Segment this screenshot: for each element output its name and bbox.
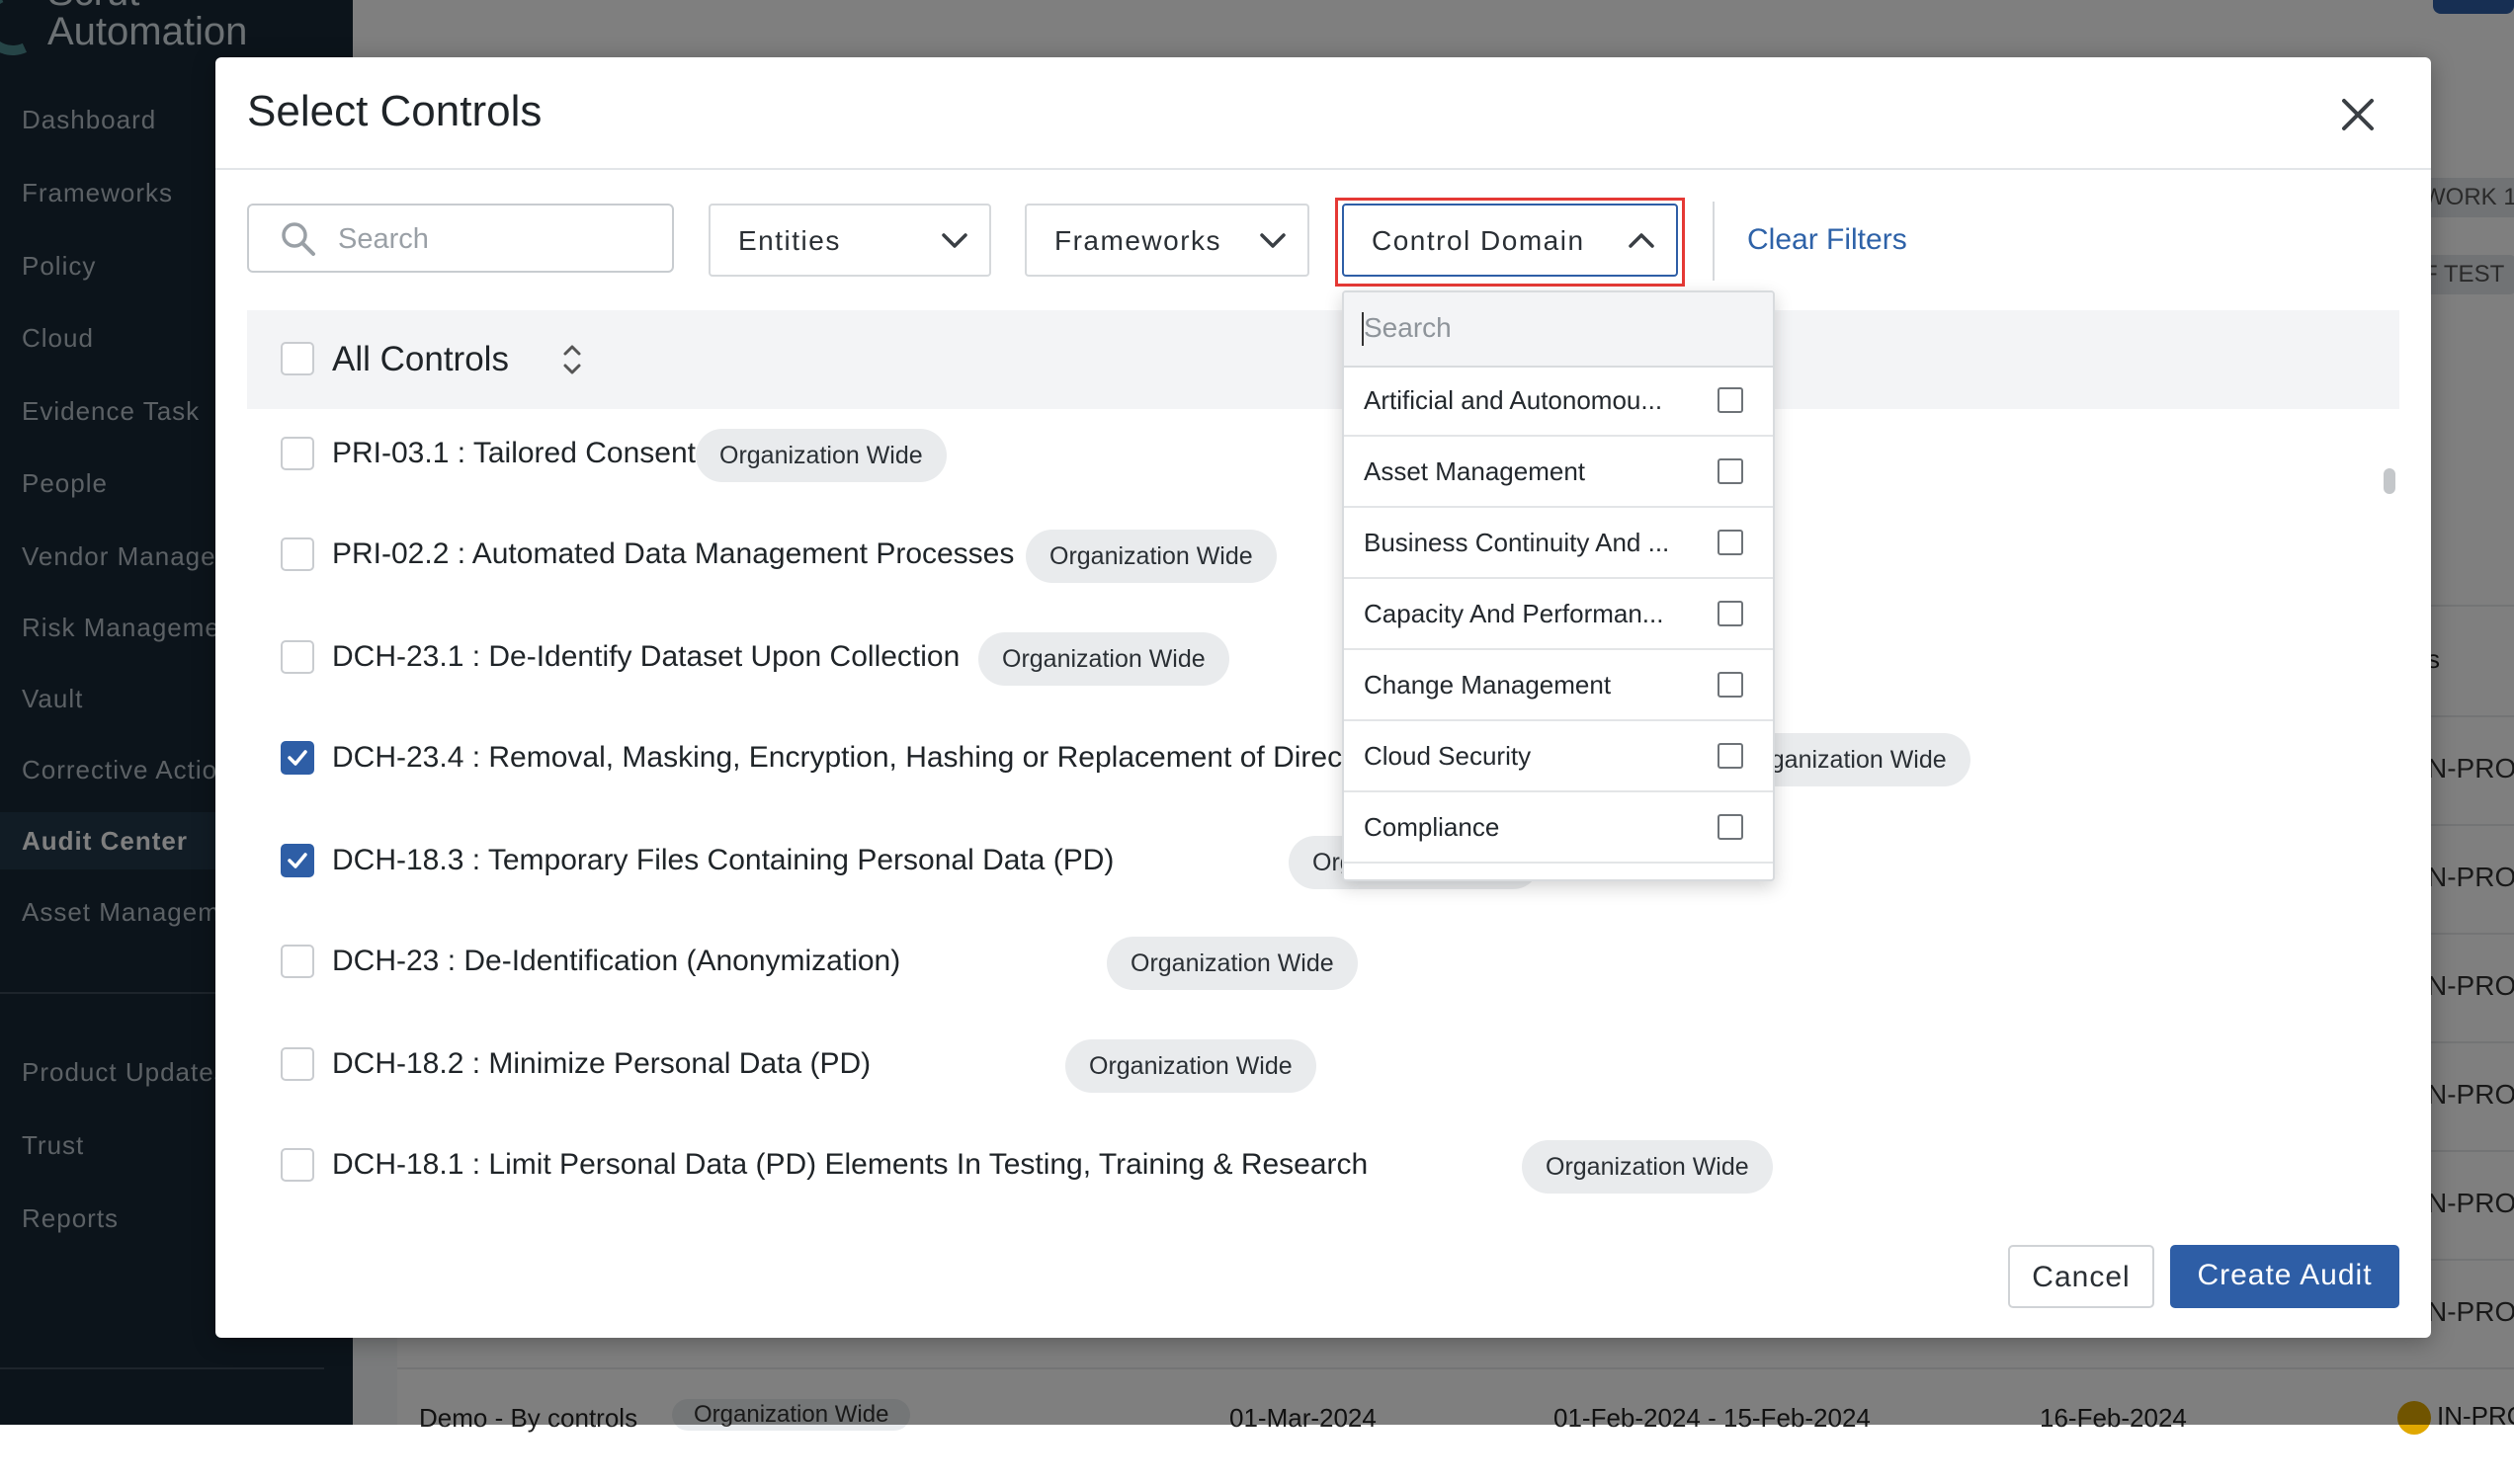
control-checkbox[interactable] (281, 741, 314, 775)
domain-option-label: Compliance (1364, 812, 1500, 842)
control-checkbox[interactable] (281, 1047, 314, 1081)
control-checkbox[interactable] (281, 945, 314, 978)
modal-title: Select Controls (247, 87, 543, 135)
domain-option-checkbox[interactable] (1718, 814, 1743, 840)
control-checkbox[interactable] (281, 537, 314, 571)
domain-option-label: Asset Management (1364, 456, 1586, 486)
list-item[interactable]: DCH-18.2 : Minimize Personal Data (PD) O… (247, 1018, 2399, 1116)
domain-option[interactable]: Capacity And Performan... (1344, 579, 1773, 650)
select-controls-modal: Select Controls Search Entities Framewor… (215, 57, 2431, 1338)
entities-dropdown[interactable]: Entities (709, 204, 991, 277)
cancel-button-label: Cancel (2032, 1261, 2131, 1293)
highlight-annotation (1335, 198, 1685, 287)
list-item[interactable]: DCH-18.1 : Limit Personal Data (PD) Elem… (247, 1118, 2399, 1217)
create-audit-button[interactable]: Create Audit (2170, 1245, 2399, 1308)
search-placeholder: Search (338, 223, 429, 255)
control-checkbox[interactable] (281, 844, 314, 877)
list-item[interactable]: PRI-03.1 : Tailored Consent Organization… (247, 409, 2399, 506)
domain-option[interactable]: Asset Management (1344, 437, 1773, 508)
control-label: DCH-18.2 : Minimize Personal Data (PD) (332, 1047, 872, 1080)
all-controls-header: All Controls (247, 310, 2399, 409)
scope-badge: Organization Wide (1026, 530, 1277, 583)
control-label: PRI-02.2 : Automated Data Management Pro… (332, 537, 1015, 570)
scope-badge: Organization Wide (1107, 937, 1358, 990)
domain-option[interactable]: Artificial and Autonomou... (1344, 366, 1773, 437)
scope-badge: Organization Wide (1065, 1039, 1316, 1093)
cancel-button[interactable]: Cancel (2008, 1245, 2154, 1308)
domain-option-checkbox[interactable] (1718, 530, 1743, 555)
control-label: PRI-03.1 : Tailored Consent (332, 437, 696, 469)
domain-search-placeholder: Search (1364, 312, 1452, 343)
control-checkbox[interactable] (281, 1148, 314, 1182)
control-label: DCH-18.3 : Temporary Files Containing Pe… (332, 844, 1115, 876)
sort-icon[interactable] (559, 340, 585, 379)
checkmark-icon (288, 750, 307, 766)
entities-dropdown-label: Entities (738, 225, 841, 256)
domain-option-checkbox[interactable] (1718, 672, 1743, 698)
create-audit-button-label: Create Audit (2197, 1259, 2373, 1291)
scope-badge: Organization Wide (978, 632, 1229, 686)
list-scrollbar[interactable] (2384, 468, 2395, 494)
frameworks-dropdown[interactable]: Frameworks (1025, 204, 1309, 277)
control-label: DCH-23.4 : Removal, Masking, Encryption,… (332, 741, 1487, 774)
search-icon (282, 222, 315, 256)
list-item[interactable]: DCH-23.4 : Removal, Masking, Encryption,… (247, 711, 2399, 810)
domain-search-input[interactable]: Search (1344, 292, 1773, 368)
search-input[interactable]: Search (247, 204, 674, 273)
scope-badge: Organization Wide (1522, 1140, 1773, 1194)
control-label: DCH-23.1 : De-Identify Dataset Upon Coll… (332, 640, 961, 673)
close-icon (2342, 99, 2374, 130)
control-domain-menu: Search Artificial and Autonomou... Asset… (1342, 290, 1775, 881)
domain-option-checkbox[interactable] (1718, 458, 1743, 484)
domain-option-checkbox[interactable] (1718, 387, 1743, 413)
domain-option-checkbox[interactable] (1718, 601, 1743, 626)
domain-option-checkbox[interactable] (1718, 743, 1743, 769)
list-item[interactable]: PRI-02.2 : Automated Data Management Pro… (247, 508, 2399, 607)
close-button[interactable] (2330, 87, 2386, 142)
header-divider (215, 168, 2431, 170)
list-item[interactable]: DCH-23 : De-Identification (Anonymizatio… (247, 915, 2399, 1014)
chevron-down-icon (1260, 233, 1286, 248)
list-item[interactable]: DCH-23.1 : De-Identify Dataset Upon Coll… (247, 611, 2399, 709)
domain-option-label: Capacity And Performan... (1364, 599, 1664, 628)
list-item[interactable]: DCH-18.3 : Temporary Files Containing Pe… (247, 814, 2399, 913)
domain-option[interactable]: Change Management (1344, 650, 1773, 721)
select-all-checkbox[interactable] (281, 342, 314, 375)
filter-divider (1713, 202, 1715, 281)
control-label: DCH-23 : De-Identification (Anonymizatio… (332, 945, 901, 977)
domain-option-label: Cloud Security (1364, 741, 1532, 771)
controls-list: PRI-03.1 : Tailored Consent Organization… (247, 409, 2399, 1239)
domain-option[interactable]: Business Continuity And ... (1344, 508, 1773, 579)
all-controls-label: All Controls (332, 340, 509, 378)
control-checkbox[interactable] (281, 640, 314, 674)
domain-option-label: Artificial and Autonomou... (1364, 385, 1663, 415)
frameworks-dropdown-label: Frameworks (1054, 225, 1222, 256)
checkmark-icon (288, 853, 307, 868)
domain-option[interactable]: Compliance (1344, 792, 1773, 864)
domain-option-label: Change Management (1364, 670, 1612, 700)
chevron-down-icon (942, 233, 967, 248)
scope-badge: Organization Wide (696, 429, 947, 482)
domain-option-label: Business Continuity And ... (1364, 528, 1670, 557)
control-checkbox[interactable] (281, 437, 314, 470)
control-label: DCH-18.1 : Limit Personal Data (PD) Elem… (332, 1148, 1369, 1181)
domain-option[interactable]: Cloud Security (1344, 721, 1773, 792)
clear-filters-link[interactable]: Clear Filters (1747, 223, 1907, 257)
text-cursor (1362, 312, 1364, 346)
